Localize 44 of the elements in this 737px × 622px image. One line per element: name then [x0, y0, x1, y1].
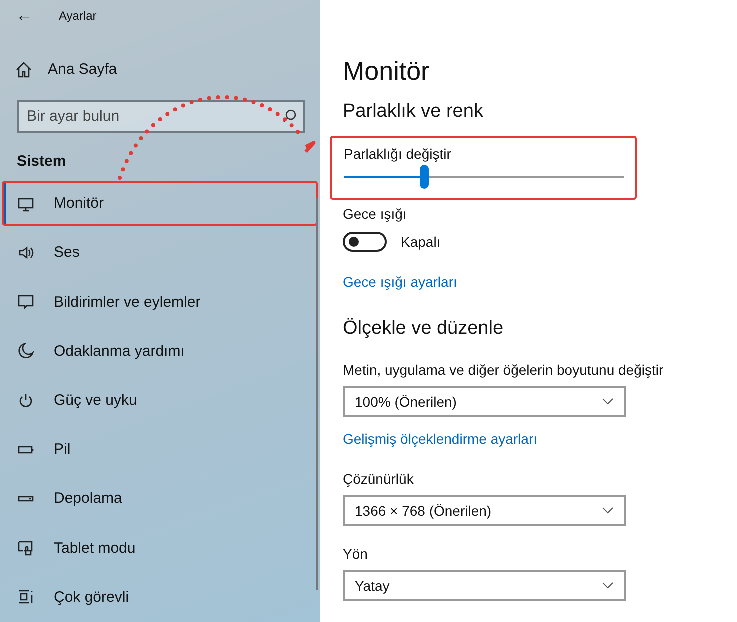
setting-label: Çözünürlük	[343, 471, 415, 487]
slider-thumb[interactable]	[420, 165, 430, 189]
sidebar-item[interactable]: Çok görevli	[2, 574, 318, 620]
chevron-icon	[602, 507, 614, 514]
slider-label: Parlaklığı değiştir	[344, 146, 452, 162]
setting-label: Metin, uygulama ve diğer öğelerin boyutunu değiştir	[343, 362, 665, 378]
notify-icon	[18, 294, 34, 310]
sidebar-item[interactable]: Pil	[2, 427, 318, 472]
page-title: Monitör	[343, 56, 431, 87]
section-heading: Ölçekle ve düzenle	[343, 318, 505, 340]
home-icon	[16, 62, 32, 78]
dropdown[interactable]: 100% (Önerilen)	[343, 386, 626, 417]
section-heading: Sistem	[17, 152, 66, 172]
chevron-icon	[602, 398, 614, 405]
settings-link[interactable]: Gelişmiş ölçeklendirme ayarları	[343, 431, 538, 447]
sidebar-item[interactable]: Bildirimler ve eylemler	[2, 279, 318, 325]
sidebar-item[interactable]: Monitör	[2, 180, 318, 226]
chevron-icon	[602, 582, 614, 589]
search-icon	[283, 108, 297, 123]
dropdown[interactable]: 1366 × 768 (Önerilen)	[343, 495, 626, 526]
multitask-icon	[18, 589, 34, 606]
moon-icon	[18, 343, 34, 360]
window-title: Ayarlar	[59, 8, 97, 23]
home-link[interactable]: Ana Sayfa	[48, 61, 118, 78]
settings-link[interactable]: Gece ışığı ayarları	[343, 274, 458, 290]
section-heading: Parlaklık ve renk	[343, 101, 484, 123]
toggle-state: Kapalı	[401, 234, 441, 250]
sidebar-item[interactable]: Güç ve uyku	[2, 378, 318, 424]
sidebar-item[interactable]: Tablet modu	[2, 526, 318, 571]
sidebar-item[interactable]: Ses	[2, 230, 318, 276]
monitor-icon	[18, 196, 34, 212]
sidebar-item[interactable]: Odaklanma yardımı	[2, 328, 318, 374]
scrollbar[interactable]	[316, 198, 318, 590]
brightness-slider[interactable]	[344, 165, 624, 189]
setting-label: Yön	[343, 546, 369, 562]
search-field[interactable]: Bir ayar bulun	[17, 100, 305, 133]
toggle-switch[interactable]	[343, 232, 387, 252]
setting-label: Gece ışığı	[343, 206, 408, 222]
dropdown[interactable]: Yatay	[343, 570, 626, 601]
tablet-icon	[18, 540, 34, 556]
sound-icon	[18, 244, 34, 261]
back-button[interactable]: ←	[16, 6, 33, 26]
power-icon	[18, 392, 34, 408]
sidebar-item[interactable]: Depolama	[2, 476, 318, 522]
